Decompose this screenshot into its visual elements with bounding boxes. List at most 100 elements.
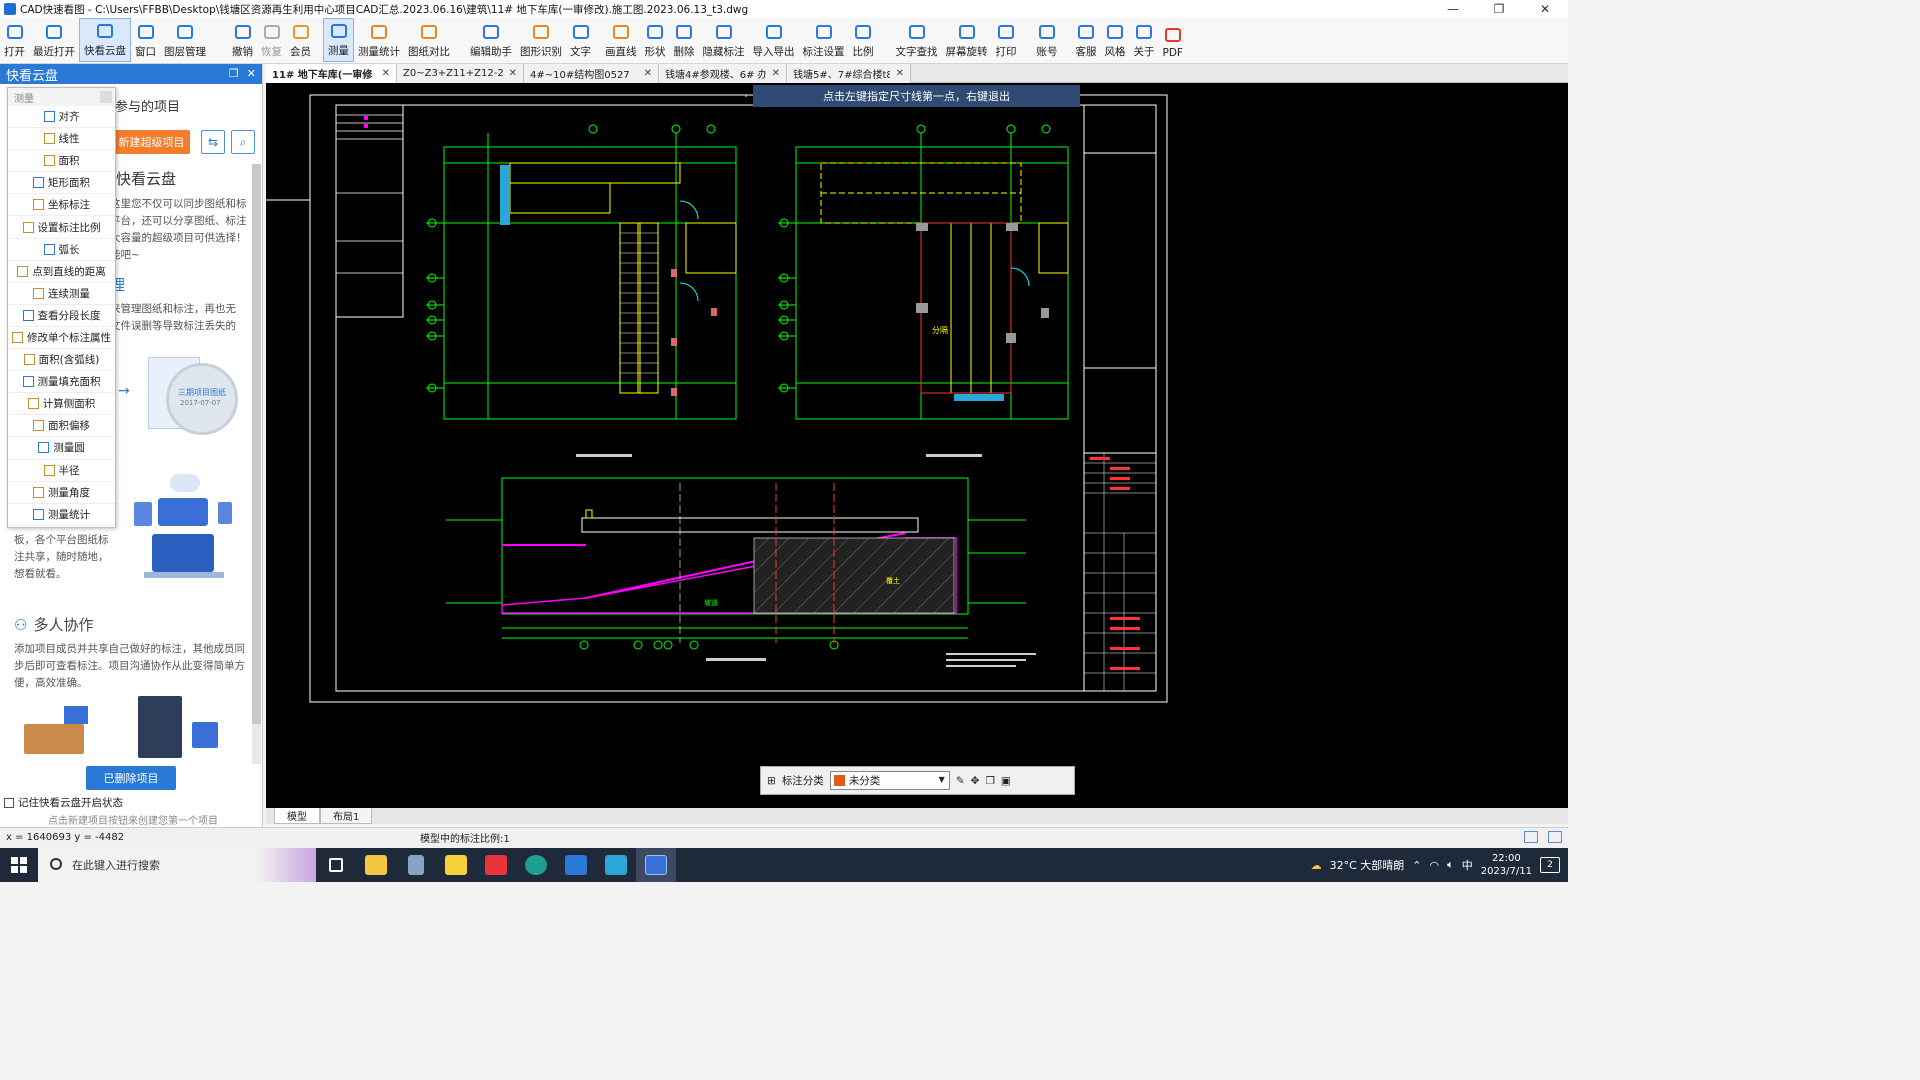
- toolbar-button-hide[interactable]: 隐藏标注: [699, 18, 749, 62]
- network-icon[interactable]: ◠: [1430, 859, 1440, 872]
- measure-menu-item[interactable]: 点到直线的距离: [8, 261, 115, 283]
- measure-menu-item[interactable]: 计算侧面积: [8, 393, 115, 416]
- document-tab[interactable]: Z0~Z3+Z11+Z12-20230… ✕: [397, 64, 524, 83]
- fullscreen-icon[interactable]: [1548, 831, 1562, 843]
- toolbar-button-edit-assistant[interactable]: 编辑助手: [466, 18, 516, 62]
- toolbar-button-annotation-settings[interactable]: 标注设置: [799, 18, 849, 62]
- tab-model[interactable]: 模型: [274, 808, 320, 824]
- measure-menu-item[interactable]: 坐标标注: [8, 194, 115, 217]
- tab-close-icon[interactable]: ✕: [772, 68, 780, 79]
- edit-icon[interactable]: ✎: [956, 775, 965, 787]
- toolbar-button-text[interactable]: 文字: [566, 18, 595, 62]
- document-tab[interactable]: 11# 地下车库(一审修 ✕: [266, 64, 397, 83]
- toolbar-button-compare[interactable]: 图纸对比: [404, 18, 454, 62]
- task-view-icon[interactable]: [316, 848, 356, 882]
- wps-icon[interactable]: [476, 848, 516, 882]
- start-button[interactable]: [0, 848, 38, 882]
- toolbar-button-style[interactable]: 风格: [1101, 18, 1130, 62]
- annotation-category-select[interactable]: 未分类 ▼: [829, 771, 950, 790]
- measure-menu-item[interactable]: 半径: [8, 460, 115, 482]
- measure-menu-item[interactable]: 测量角度: [8, 482, 115, 504]
- toolbar-button-cloud[interactable]: 快看云盘: [79, 18, 131, 62]
- toolbar-button-measure-stats[interactable]: 测量统计: [354, 18, 404, 62]
- document-tab[interactable]: 钱塘5#、7#综合楼t8.… ✕: [787, 64, 911, 83]
- measure-menu-item[interactable]: 面积偏移: [8, 415, 115, 438]
- remember-checkbox[interactable]: [4, 797, 14, 808]
- toolbar-button-vip[interactable]: 会员: [286, 18, 315, 62]
- chevron-up-icon[interactable]: ⌃: [1412, 859, 1421, 872]
- toolbar-button-window[interactable]: 窗口: [131, 18, 160, 62]
- minimize-button[interactable]: —: [1430, 0, 1476, 18]
- toolbar-button-shape-recognition[interactable]: 图形识别: [516, 18, 566, 62]
- toolbar-button-layers[interactable]: 图层管理: [160, 18, 210, 62]
- snap-toggle-icon[interactable]: [1524, 831, 1538, 843]
- panel-scrollbar[interactable]: [252, 164, 261, 764]
- search-icon[interactable]: ⌕: [231, 130, 255, 154]
- measure-menu-item[interactable]: 对齐: [8, 106, 115, 129]
- edge-icon[interactable]: [516, 848, 556, 882]
- menu-close-icon[interactable]: [100, 91, 112, 103]
- toolbar-button-redo[interactable]: 恢复: [257, 18, 286, 62]
- toolbar-button-rotate[interactable]: 屏幕旋转: [942, 18, 992, 62]
- deleted-projects-button[interactable]: 已删除项目: [86, 766, 176, 790]
- tab-close-icon[interactable]: ✕: [382, 68, 390, 79]
- toolbar-button-info[interactable]: 关于: [1130, 18, 1159, 62]
- measure-menu-item[interactable]: 面积(含弧线): [8, 349, 115, 372]
- toolbar-button-eraser[interactable]: 删除: [670, 18, 699, 62]
- move-icon[interactable]: ✥: [971, 775, 980, 787]
- toolbar-button-headset[interactable]: 客服: [1072, 18, 1101, 62]
- document-tab[interactable]: 4#~10#结构图0527 ✕: [524, 64, 659, 83]
- toolbar-button-print[interactable]: 打印: [992, 18, 1021, 62]
- tab-close-icon[interactable]: ✕: [896, 68, 904, 79]
- maximize-button[interactable]: ❐: [1476, 0, 1522, 18]
- tab-layout1[interactable]: 布局1: [320, 808, 373, 824]
- measure-menu-item[interactable]: 面积: [8, 150, 115, 173]
- copy-icon[interactable]: ❐: [985, 775, 994, 787]
- toolbar-button-import-export[interactable]: 导入导出: [749, 18, 799, 62]
- sticky-app-icon[interactable]: [436, 848, 476, 882]
- notification-icon[interactable]: 2: [1540, 857, 1560, 873]
- weather-text[interactable]: 32°C 大部晴朗: [1330, 857, 1405, 873]
- toolbar-button-folder-open[interactable]: 打开: [0, 18, 29, 62]
- close-icon[interactable]: ✕: [247, 67, 256, 80]
- toolbar-button-text-search[interactable]: 文字查找: [892, 18, 942, 62]
- clock[interactable]: 22:00 2023/7/11: [1481, 852, 1532, 878]
- drawing-canvas[interactable]: 分隔 坡道 覆土 点击左键指定尺寸线第一点，右键退出 ⊞ 标注分类 未分类 ▼ …: [266, 83, 1568, 808]
- taskbar-search[interactable]: 在此键入进行搜索: [38, 848, 316, 882]
- toolbar-button-pdf[interactable]: PDF: [1159, 18, 1187, 62]
- tab-close-icon[interactable]: ✕: [509, 68, 517, 79]
- close-button[interactable]: ✕: [1522, 0, 1568, 18]
- preview-app-icon[interactable]: [556, 848, 596, 882]
- measure-menu-item[interactable]: 测量圆: [8, 437, 115, 460]
- ime-indicator[interactable]: 中: [1462, 857, 1473, 873]
- paste-icon[interactable]: ▣: [1001, 775, 1011, 787]
- file-explorer-icon[interactable]: [356, 848, 396, 882]
- text-app-icon[interactable]: [596, 848, 636, 882]
- grid-icon[interactable]: ⊞: [767, 775, 776, 787]
- manage-title: 理: [110, 276, 126, 294]
- measure-menu-item[interactable]: 矩形面积: [8, 172, 115, 195]
- measure-menu-item[interactable]: 弧长: [8, 239, 115, 261]
- toolbar-button-history[interactable]: 最近打开: [29, 18, 79, 62]
- measure-menu-item[interactable]: 测量统计: [8, 504, 115, 526]
- toolbar-button-scale[interactable]: 比例: [849, 18, 878, 62]
- new-super-project-button[interactable]: 新建超级项目: [113, 130, 190, 154]
- measure-menu-item[interactable]: 连续测量: [8, 283, 115, 305]
- toolbar-button-line[interactable]: 画直线: [601, 18, 641, 62]
- calculator-icon[interactable]: [396, 848, 436, 882]
- tab-close-icon[interactable]: ✕: [644, 68, 652, 79]
- toolbar-button-shape[interactable]: 形状: [641, 18, 670, 62]
- measure-menu-item[interactable]: 设置标注比例: [8, 216, 115, 239]
- toolbar-button-account[interactable]: 账号: [1033, 18, 1062, 62]
- cad-viewer-icon[interactable]: [636, 848, 676, 882]
- measure-menu-item[interactable]: 修改单个标注属性: [8, 327, 115, 350]
- toolbar-button-measure[interactable]: 测量: [323, 18, 354, 62]
- volume-icon[interactable]: 🔈︎: [1447, 858, 1454, 872]
- toolbar-button-undo[interactable]: 撤销: [228, 18, 257, 62]
- measure-menu-item[interactable]: 测量填充面积: [8, 371, 115, 394]
- sync-icon[interactable]: ⇆: [201, 130, 225, 154]
- document-tab[interactable]: 钱塘4#参观楼、6# 办… ✕: [659, 64, 787, 83]
- measure-menu-item[interactable]: 线性: [8, 128, 115, 151]
- restore-icon[interactable]: ❐: [229, 67, 239, 80]
- measure-menu-item[interactable]: 查看分段长度: [8, 305, 115, 327]
